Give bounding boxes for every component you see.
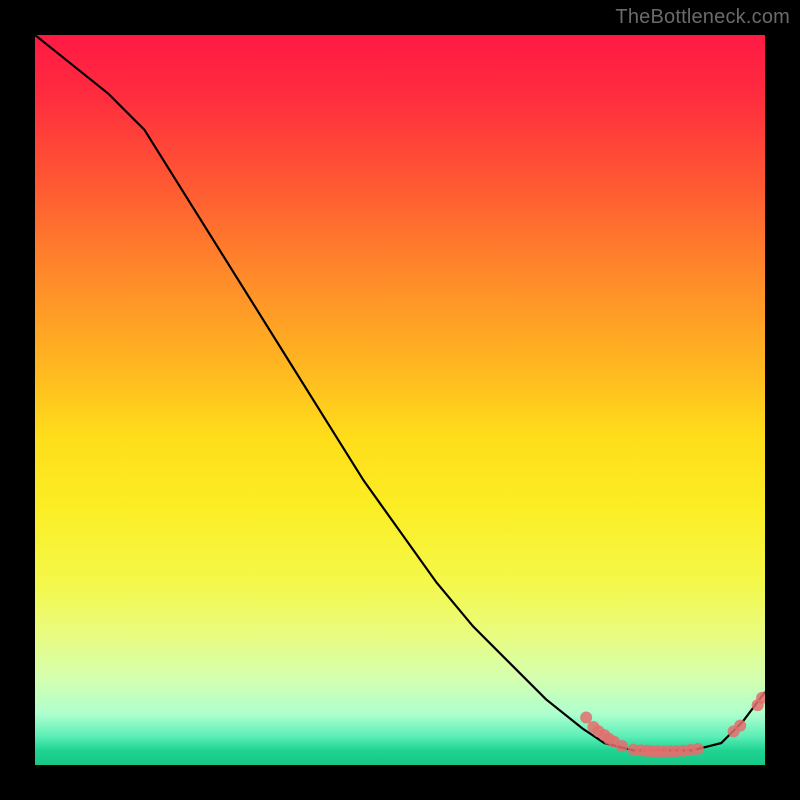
sample-dot: [734, 720, 746, 732]
sample-dot: [692, 743, 704, 755]
sample-dot: [580, 712, 592, 724]
watermark-text: TheBottleneck.com: [615, 6, 790, 29]
sample-dots-group: [580, 692, 765, 758]
chart-container: TheBottleneck.com: [0, 0, 800, 800]
bottleneck-curve: [35, 35, 765, 750]
chart-svg: [35, 35, 765, 765]
plot-area: [35, 35, 765, 765]
sample-dot: [616, 740, 628, 752]
